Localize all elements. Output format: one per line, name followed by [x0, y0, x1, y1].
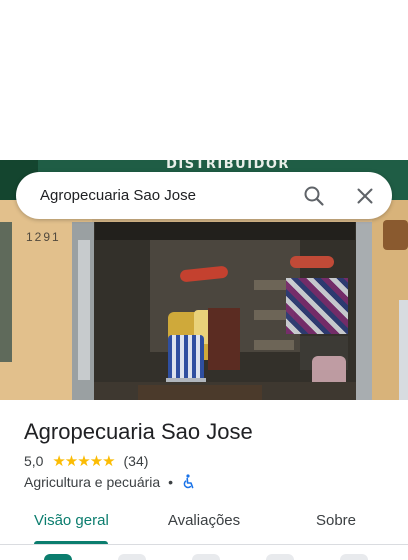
pole: [399, 300, 408, 400]
category-row: Agricultura e pecuária •: [24, 473, 195, 491]
wheelchair-icon: [181, 474, 195, 490]
action-button[interactable]: [340, 554, 368, 560]
place-category: Agricultura e pecuária: [24, 474, 161, 490]
close-icon[interactable]: [353, 184, 377, 208]
action-button[interactable]: [192, 554, 220, 560]
search-input[interactable]: Agropecuaria Sao Jose: [40, 172, 196, 219]
action-button[interactable]: [266, 554, 294, 560]
tab-reviews[interactable]: Avaliações: [160, 500, 248, 542]
tab-overview[interactable]: Visão geral: [34, 500, 109, 542]
shelf: [254, 340, 294, 350]
wall-lamp: [383, 220, 408, 250]
rating-stars: ★★★★★: [52, 452, 115, 470]
tab-about[interactable]: Sobre: [300, 500, 372, 542]
separator-dot: •: [168, 474, 173, 490]
tabs-divider: [0, 544, 408, 545]
action-button[interactable]: [118, 554, 146, 560]
action-button-directions[interactable]: [44, 554, 72, 560]
hanging-goods: [286, 278, 348, 334]
door-frame-right: [356, 222, 372, 400]
wall-window: [0, 222, 12, 362]
rating-row[interactable]: 5,0 ★★★★★ (34): [24, 452, 148, 470]
house-number: 1291: [26, 230, 61, 244]
rating-value: 5,0: [24, 453, 44, 469]
search-icon[interactable]: [302, 184, 326, 208]
store-ceiling: [95, 222, 355, 240]
merchandise-item: [290, 256, 334, 268]
display-rack: [208, 308, 240, 370]
blank-top-area: [0, 0, 408, 160]
doormat: [138, 385, 262, 400]
place-tabs: Visão geral Avaliações Sobre: [0, 500, 408, 544]
review-count[interactable]: (34): [124, 452, 149, 470]
search-bar[interactable]: Agropecuaria Sao Jose: [16, 172, 392, 219]
place-title: Agropecuaria Sao Jose: [24, 419, 253, 444]
door-frame-left-inner: [78, 240, 90, 380]
beach-chair: [168, 335, 204, 383]
